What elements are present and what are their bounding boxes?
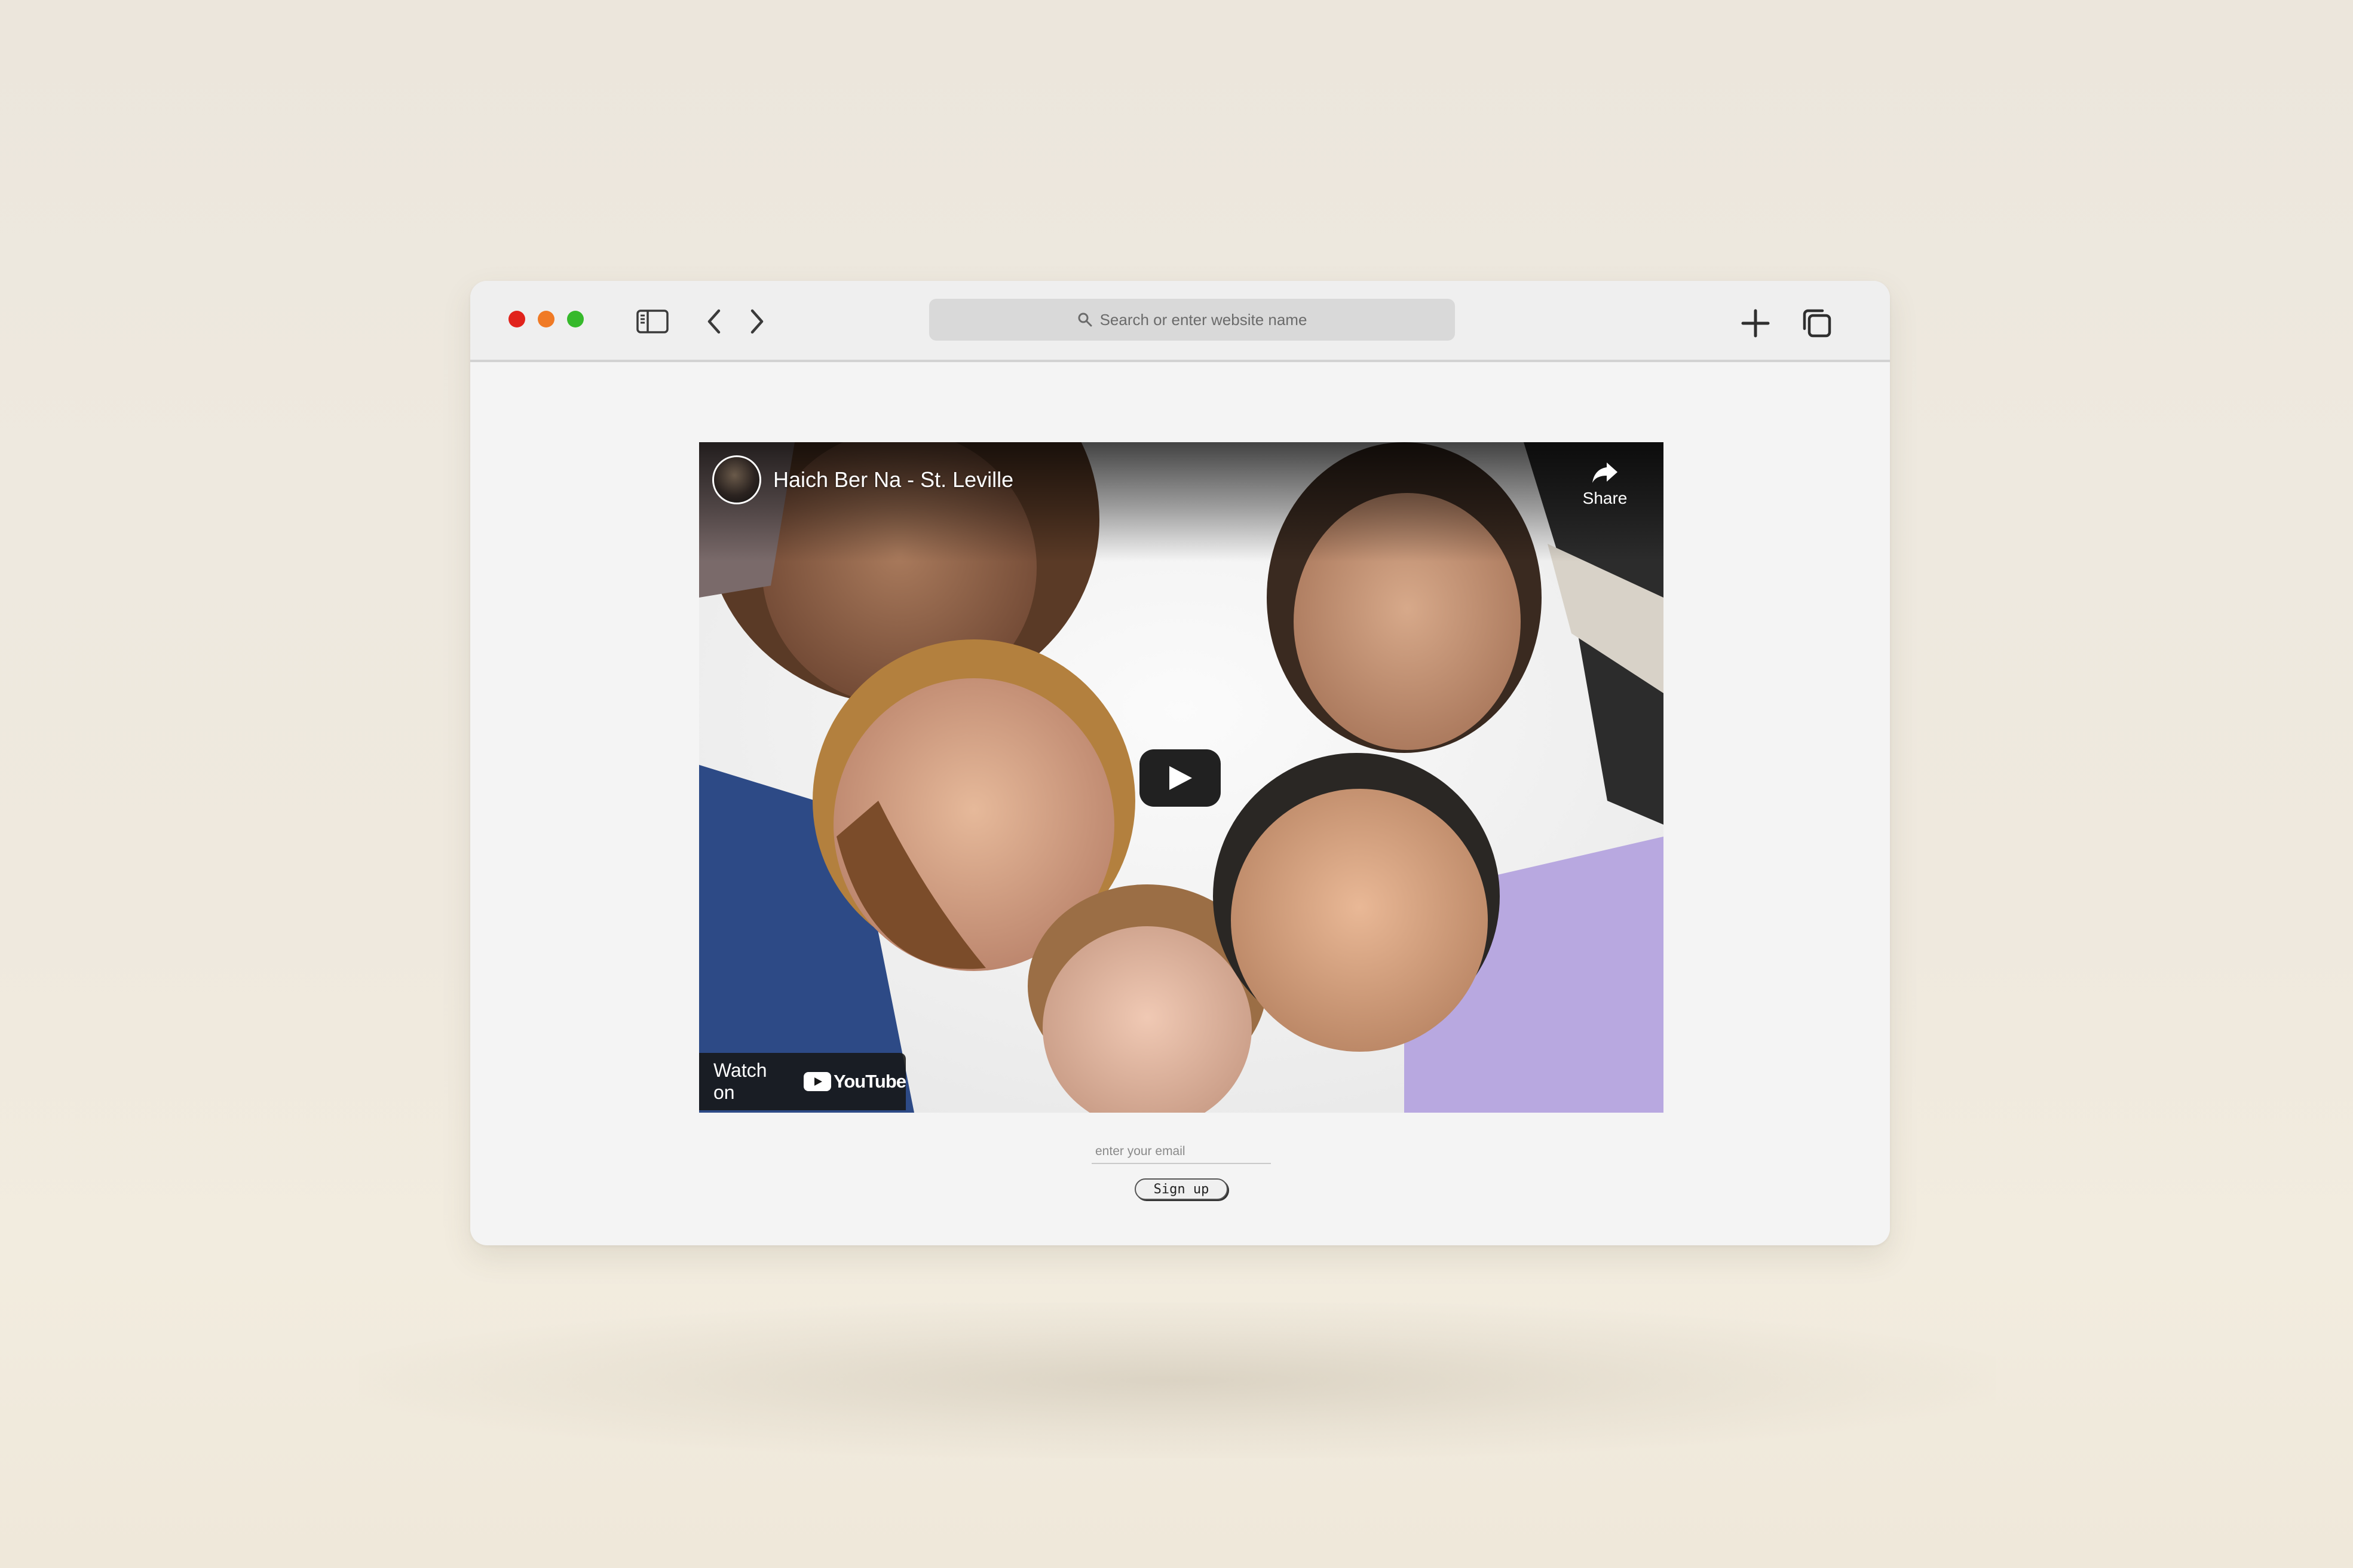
youtube-logo: YouTube	[804, 1071, 906, 1092]
minimize-window-button[interactable]	[538, 311, 554, 327]
new-tab-icon[interactable]	[1738, 306, 1773, 341]
channel-avatar[interactable]	[712, 455, 761, 504]
youtube-wordmark: YouTube	[834, 1071, 906, 1092]
floor-shadow	[359, 1303, 1996, 1458]
watch-on-youtube-button[interactable]: Watch on YouTube	[699, 1053, 906, 1110]
video-title[interactable]: Haich Ber Na - St. Leville	[773, 467, 1013, 492]
tab-overview-icon[interactable]	[1800, 306, 1834, 341]
maximize-window-button[interactable]	[567, 311, 584, 327]
forward-icon[interactable]	[746, 307, 768, 336]
email-field[interactable]	[1092, 1140, 1271, 1164]
title-gradient	[699, 442, 1663, 562]
play-button[interactable]	[1139, 749, 1221, 807]
signup-button[interactable]: Sign up	[1135, 1178, 1228, 1200]
browser-toolbar: Search or enter website name	[470, 281, 1890, 362]
back-icon[interactable]	[703, 307, 725, 336]
browser-window: Search or enter website name Haich Ber N…	[470, 281, 1890, 1245]
youtube-embed[interactable]: Haich Ber Na - St. Leville Share Watch o…	[699, 442, 1663, 1113]
share-button[interactable]: Share	[1569, 460, 1641, 508]
watch-on-label: Watch on	[713, 1059, 767, 1103]
share-arrow-icon	[1592, 463, 1617, 483]
address-bar[interactable]: Search or enter website name	[929, 299, 1455, 341]
share-label: Share	[1582, 489, 1628, 507]
play-icon	[1169, 766, 1192, 790]
address-placeholder: Search or enter website name	[1099, 310, 1307, 329]
sidebar-toggle-icon[interactable]	[636, 310, 669, 333]
youtube-play-icon	[804, 1072, 831, 1091]
search-icon	[1078, 313, 1092, 327]
close-window-button[interactable]	[508, 311, 525, 327]
